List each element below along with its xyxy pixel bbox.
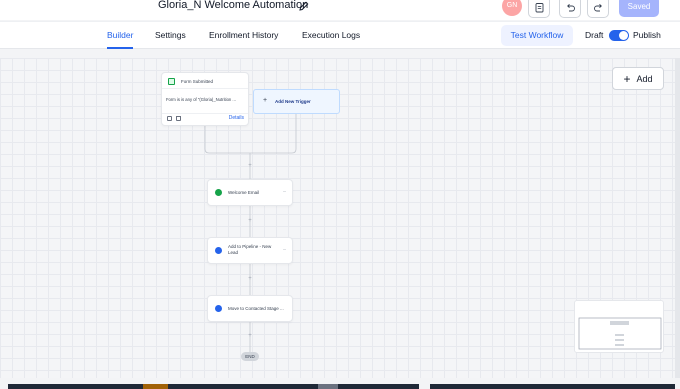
more-options-icon[interactable]: ···	[283, 247, 287, 253]
action-label: Add to Pipeline - New Lead	[228, 244, 272, 255]
tab-execution-logs[interactable]: Execution Logs	[302, 22, 360, 49]
add-new-trigger-label: Add New Trigger	[275, 99, 311, 104]
action-card-welcome-email[interactable]: Welcome Email ···	[207, 179, 293, 206]
pencil-icon[interactable]	[298, 0, 310, 12]
saved-button[interactable]: Saved	[619, 0, 659, 17]
trigger-card[interactable]: Form Submitted Form is is any of "(Glori…	[161, 72, 249, 126]
action-label: Welcome Email	[228, 190, 260, 195]
add-step-plus-icon[interactable]: +	[248, 276, 252, 282]
workflow-title: Gloria_N Welcome Automation	[158, 0, 309, 11]
more-options-icon[interactable]: ···	[283, 189, 287, 195]
tab-enrollment-history[interactable]: Enrollment History	[209, 22, 278, 49]
undo-icon	[566, 3, 575, 11]
add-step-plus-icon[interactable]: +	[248, 163, 252, 169]
action-label: Move to Contacted Stage ...	[228, 306, 284, 311]
draft-label: Draft	[585, 30, 604, 40]
trash-icon[interactable]	[176, 116, 181, 121]
action-card-move-to-contacted[interactable]: Move to Contacted Stage ...	[207, 295, 293, 322]
add-step-plus-icon[interactable]: +	[248, 218, 252, 224]
toggle-knob	[619, 31, 628, 40]
trigger-title: Form Submitted	[181, 79, 214, 84]
top-header: Gloria_N Welcome Automation GN Saved	[0, 0, 680, 20]
thumbnail	[168, 384, 318, 389]
test-workflow-button[interactable]: Test Workflow	[501, 25, 573, 46]
thumbnail	[318, 384, 338, 389]
minimap[interactable]	[574, 300, 664, 353]
add-new-trigger-button[interactable]: + Add New Trigger	[253, 89, 340, 114]
clipboard-button[interactable]	[528, 0, 550, 18]
bottom-panel-strip	[0, 378, 680, 389]
publish-label: Publish	[633, 30, 661, 40]
redo-button[interactable]	[587, 0, 609, 18]
workflow-nav: Builder Settings Enrollment History Exec…	[0, 21, 680, 49]
thumbnail	[143, 384, 168, 389]
add-button[interactable]: + Add	[612, 67, 664, 90]
add-button-label: Add	[636, 73, 653, 84]
email-icon	[215, 189, 222, 196]
copy-icon[interactable]	[167, 116, 172, 121]
workflow-canvas[interactable]: + + + + + Add Form Submitted Form is is …	[0, 58, 675, 378]
avatar[interactable]: GN	[502, 0, 522, 16]
tab-builder[interactable]: Builder	[107, 22, 134, 49]
tab-settings[interactable]: Settings	[155, 22, 186, 49]
publish-toggle[interactable]	[609, 30, 629, 41]
minimap-preview	[578, 317, 662, 350]
add-step-plus-icon[interactable]: +	[248, 333, 252, 339]
clipboard-icon	[535, 2, 543, 12]
pipeline-icon	[215, 305, 222, 312]
thumbnail	[338, 384, 419, 389]
plus-icon: +	[623, 71, 631, 86]
action-card-add-to-pipeline[interactable]: Add to Pipeline - New Lead ···	[207, 237, 293, 264]
thumbnail	[430, 384, 675, 389]
form-icon	[168, 78, 175, 85]
undo-button[interactable]	[559, 0, 581, 18]
details-link[interactable]: Details	[229, 115, 244, 121]
trigger-condition: Form is is any of "(Gloria)_Nutrition ..…	[166, 97, 236, 102]
pipeline-icon	[215, 247, 222, 254]
scrollbar[interactable]	[675, 58, 680, 378]
redo-icon	[593, 3, 602, 11]
plus-icon: +	[263, 97, 268, 104]
divider	[162, 113, 248, 114]
end-node: END	[241, 352, 259, 361]
thumbnail	[8, 384, 143, 389]
divider	[162, 88, 248, 89]
